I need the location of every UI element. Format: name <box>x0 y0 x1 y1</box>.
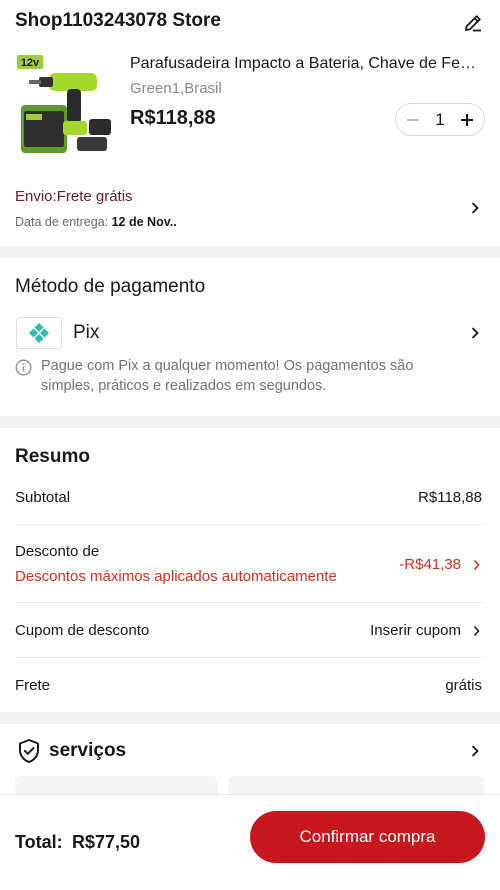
product-variant[interactable]: Green1,Brasil <box>130 80 222 97</box>
discount-value[interactable]: -R$41,38 <box>399 556 461 573</box>
summary-title: Resumo <box>15 446 90 467</box>
info-icon <box>15 359 32 376</box>
divider <box>15 657 485 658</box>
divider <box>15 524 485 525</box>
order-summary-card: Resumo Subtotal R$118,88 Desconto de Des… <box>0 428 500 712</box>
subtotal-value: R$118,88 <box>418 489 482 506</box>
chevron-right-icon[interactable] <box>470 200 480 216</box>
chevron-right-icon[interactable] <box>470 743 480 759</box>
product-title[interactable]: Parafusadeira Impacto a Bateria, Chave d… <box>130 55 482 73</box>
checkout-bar: Total: R$77,50 Confirmar compra <box>0 794 500 890</box>
pix-icon[interactable] <box>16 317 62 349</box>
services-title[interactable]: serviços <box>49 740 126 762</box>
payment-title: Método de pagamento <box>15 276 206 297</box>
shipping-fee-label: Frete <box>15 677 51 694</box>
shield-check-icon <box>17 738 41 764</box>
chevron-right-icon[interactable] <box>470 325 480 341</box>
payment-method-label[interactable]: Pix <box>73 322 99 344</box>
store-name[interactable]: Shop1103243078 Store <box>15 10 221 32</box>
chevron-right-icon[interactable] <box>472 624 482 638</box>
pencil-icon[interactable] <box>462 12 484 34</box>
delivery-prefix: Data de entrega: <box>15 215 112 229</box>
coupon-value[interactable]: Inserir cupom <box>370 622 461 639</box>
discount-label: Desconto de <box>15 543 100 560</box>
chevron-right-icon[interactable] <box>472 558 482 572</box>
product-price: R$118,88 <box>130 107 216 129</box>
delivery-date-value: 12 de Nov.. <box>111 215 177 229</box>
shipping-label[interactable]: Envio:Frete grátis <box>15 188 133 205</box>
order-item-card: Shop1103243078 Store 12v Parafusadeira I… <box>0 0 500 246</box>
services-card: serviços <box>0 724 500 816</box>
total-label: Total: <box>15 832 63 852</box>
confirm-purchase-button[interactable]: Confirmar compra <box>250 811 485 863</box>
divider <box>15 602 485 603</box>
product-image[interactable]: 12v <box>15 53 119 157</box>
payment-method-card: Método de pagamento Pix Pague com Pix a … <box>0 258 500 416</box>
quantity-value[interactable]: 1 <box>435 110 444 130</box>
discount-note: Descontos máximos aplicados automaticame… <box>15 568 337 585</box>
coupon-label: Cupom de desconto <box>15 622 150 639</box>
shipping-fee-value: grátis <box>445 677 482 694</box>
payment-note: Pague com Pix a qualquer momento! Os pag… <box>41 358 414 394</box>
thumb-badge: 12v <box>21 57 40 69</box>
subtotal-label: Subtotal <box>15 489 71 506</box>
delivery-date[interactable]: Data de entrega: 12 de Nov.. <box>15 215 177 229</box>
quantity-stepper: 1 <box>395 103 485 136</box>
minus-icon[interactable] <box>402 109 424 131</box>
plus-icon[interactable] <box>456 109 478 131</box>
total-value: R$77,50 <box>72 832 141 852</box>
